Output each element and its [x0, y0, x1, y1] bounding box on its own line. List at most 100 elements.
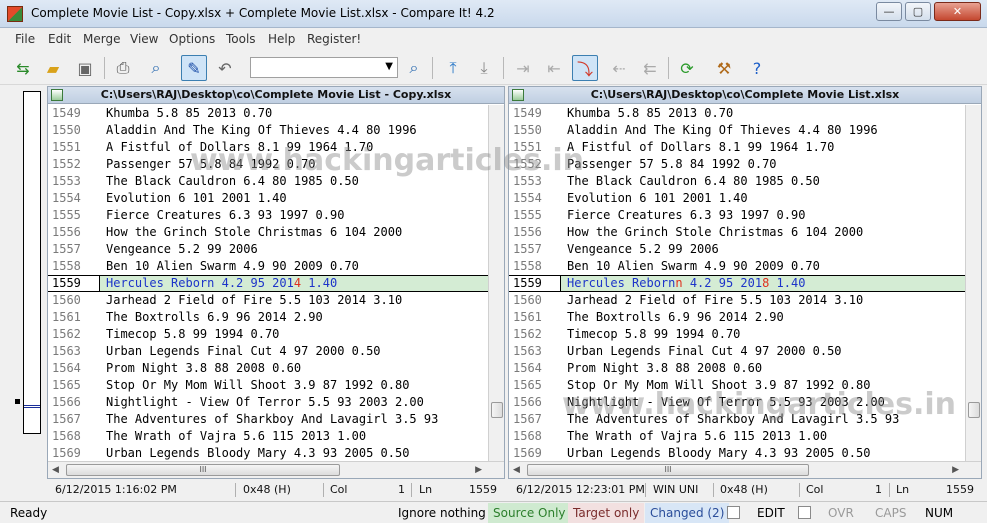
overview-map[interactable]: [23, 91, 41, 434]
line-text: Stop Or My Mom Will Shoot 3.9 87 1992 0.…: [567, 378, 871, 392]
table-row[interactable]: 1561 The Boxtrolls 6.9 96 2014 2.90: [48, 309, 504, 326]
table-row[interactable]: 1557 Vengeance 5.2 99 2006: [509, 241, 981, 258]
edit-checkbox[interactable]: [727, 506, 740, 519]
scroll-left-icon[interactable]: ◀: [513, 465, 520, 475]
table-row[interactable]: 1551 A Fistful of Dollars 8.1 99 1964 1.7…: [509, 139, 981, 156]
table-row[interactable]: 1549 Khumba 5.8 85 2013 0.70: [509, 105, 981, 122]
last-diff-icon[interactable]: ⤓: [471, 55, 497, 81]
table-row[interactable]: 1567 The Adventures of Sharkboy And Lavag…: [48, 411, 504, 428]
table-row[interactable]: 1564 Prom Night 3.8 88 2008 0.60: [509, 360, 981, 377]
prev-diff-icon[interactable]: ⇠: [606, 55, 632, 81]
print-icon[interactable]: ⎙: [110, 55, 136, 81]
table-row[interactable]: 1568 The Wrath of Vajra 5.6 115 2013 1.00: [509, 428, 981, 445]
table-row[interactable]: 1550 Aladdin And The King Of Thieves 4.4 …: [48, 122, 504, 139]
table-row[interactable]: 1565 Stop Or My Mom Will Shoot 3.9 87 199…: [48, 377, 504, 394]
left-horizontal-scrollbar[interactable]: ◀ III ▶: [48, 461, 504, 478]
table-row[interactable]: 1560 Jarhead 2 Field of Fire 5.5 103 2014…: [48, 292, 504, 309]
scroll-thumb[interactable]: [968, 402, 980, 418]
refresh-icon[interactable]: ⟳: [674, 55, 700, 81]
scroll-right-icon[interactable]: ▶: [952, 465, 959, 475]
scroll-thumb[interactable]: III: [66, 464, 340, 476]
line-text: Prom Night 3.8 88 2008 0.60: [567, 361, 763, 375]
print-preview-icon[interactable]: ⌕: [143, 55, 169, 81]
help-icon[interactable]: ?: [744, 55, 770, 81]
table-row[interactable]: 1558 Ben 10 Alien Swarm 4.9 90 2009 0.70: [509, 258, 981, 275]
table-row[interactable]: 1563 Urban Legends Final Cut 4 97 2000 0.…: [48, 343, 504, 360]
close-button[interactable]: ✕: [934, 2, 981, 21]
menu-register[interactable]: Register!: [307, 32, 361, 46]
undo-icon[interactable]: ↶: [212, 55, 238, 81]
table-row[interactable]: 1552 Passenger 57 5.8 84 1992 0.70: [48, 156, 504, 173]
table-row[interactable]: 1554 Evolution 6 101 2001 1.40: [509, 190, 981, 207]
menu-file[interactable]: File: [15, 32, 35, 46]
chevron-down-icon[interactable]: ▼: [385, 61, 393, 72]
scroll-right-icon[interactable]: ▶: [475, 465, 482, 475]
settings-icon[interactable]: ⚒: [711, 55, 737, 81]
save-icon[interactable]: ▣: [72, 55, 98, 81]
first-diff-icon[interactable]: ⤒: [440, 55, 466, 81]
table-row[interactable]: 1568 The Wrath of Vajra 5.6 115 2013 1.00: [48, 428, 504, 445]
table-row[interactable]: 1561 The Boxtrolls 6.9 96 2014 2.90: [509, 309, 981, 326]
changed-legend[interactable]: Changed (2): [645, 503, 730, 523]
table-row[interactable]: 1558 Ben 10 Alien Swarm 4.9 90 2009 0.70: [48, 258, 504, 275]
table-row[interactable]: 1552 Passenger 57 5.8 84 1992 0.70: [509, 156, 981, 173]
table-row[interactable]: 1562 Timecop 5.8 99 1994 0.70: [48, 326, 504, 343]
changed-row[interactable]: 1559 Hercules Reborn 4.2 95 2014 1.40: [48, 275, 504, 292]
edit-icon[interactable]: ✎: [181, 55, 207, 81]
table-row[interactable]: 1566 Nightlight - View Of Terror 5.5 93 2…: [48, 394, 504, 411]
scroll-left-icon[interactable]: ◀: [52, 465, 59, 475]
menu-options[interactable]: Options: [169, 32, 215, 46]
right-horizontal-scrollbar[interactable]: ◀ III ▶: [509, 461, 981, 478]
scroll-thumb[interactable]: III: [527, 464, 809, 476]
copy-left-icon[interactable]: ⇥: [510, 55, 536, 81]
table-row[interactable]: 1550 Aladdin And The King Of Thieves 4.4 …: [509, 122, 981, 139]
search-combo[interactable]: ▼: [250, 57, 398, 78]
open-folder-icon[interactable]: ▰: [40, 55, 66, 81]
table-row[interactable]: 1565 Stop Or My Mom Will Shoot 3.9 87 199…: [509, 377, 981, 394]
table-row[interactable]: 1569 Urban Legends Bloody Mary 4.3 93 200…: [48, 445, 504, 462]
left-pane[interactable]: C:\Users\RAJ\Desktop\co\Complete Movie L…: [47, 86, 505, 479]
table-row[interactable]: 1567 The Adventures of Sharkboy And Lavag…: [509, 411, 981, 428]
scroll-thumb[interactable]: [491, 402, 503, 418]
ovr-checkbox[interactable]: [798, 506, 811, 519]
right-pane[interactable]: C:\Users\RAJ\Desktop\co\Complete Movie L…: [508, 86, 982, 479]
menu-tools[interactable]: Tools: [226, 32, 256, 46]
changed-row[interactable]: 1559 Hercules Rebornn 4.2 95 2018 1.40: [509, 275, 981, 292]
table-row[interactable]: 1562 Timecop 5.8 99 1994 0.70: [509, 326, 981, 343]
menu-help[interactable]: Help: [268, 32, 295, 46]
ignore-mode[interactable]: Ignore nothing: [398, 503, 486, 523]
maximize-button[interactable]: ▢: [905, 2, 931, 21]
table-row[interactable]: 1560 Jarhead 2 Field of Fire 5.5 103 2014…: [509, 292, 981, 309]
table-row[interactable]: 1564 Prom Night 3.8 88 2008 0.60: [48, 360, 504, 377]
copy-right-icon[interactable]: ⇤: [541, 55, 567, 81]
menu-view[interactable]: View: [130, 32, 158, 46]
menu-edit[interactable]: Edit: [48, 32, 71, 46]
table-row[interactable]: 1556 How the Grinch Stole Christmas 6 104…: [509, 224, 981, 241]
table-row[interactable]: 1563 Urban Legends Final Cut 4 97 2000 0.…: [509, 343, 981, 360]
table-row[interactable]: 1569 Urban Legends Bloody Mary 4.3 93 200…: [509, 445, 981, 462]
find-icon[interactable]: ⌕: [401, 55, 427, 81]
right-vertical-scrollbar[interactable]: [965, 105, 981, 461]
target-only-legend[interactable]: Target only: [568, 503, 645, 523]
line-text: Hercules Reborn 4.2 95 2014 1.40: [106, 276, 337, 291]
next-diff-icon[interactable]: ⤵: [572, 55, 598, 81]
table-row[interactable]: 1555 Fierce Creatures 6.3 93 1997 0.90: [509, 207, 981, 224]
copy-block-icon[interactable]: ⇇: [637, 55, 663, 81]
menu-merge[interactable]: Merge: [83, 32, 120, 46]
table-row[interactable]: 1553 The Black Cauldron 6.4 80 1985 0.50: [509, 173, 981, 190]
source-only-legend[interactable]: Source Only: [488, 503, 571, 523]
table-row[interactable]: 1566 Nightlight - View Of Terror 5.5 93 2…: [509, 394, 981, 411]
table-row[interactable]: 1554 Evolution 6 101 2001 1.40: [48, 190, 504, 207]
right-file-path: C:\Users\RAJ\Desktop\co\Complete Movie L…: [590, 88, 900, 101]
minimize-button[interactable]: —: [876, 2, 902, 21]
table-row[interactable]: 1551 A Fistful of Dollars 8.1 99 1964 1.7…: [48, 139, 504, 156]
open-files-icon[interactable]: ⇆: [10, 55, 36, 81]
diff-overview[interactable]: [4, 86, 46, 479]
line-text: Ben 10 Alien Swarm 4.9 90 2009 0.70: [567, 259, 820, 273]
table-row[interactable]: 1549 Khumba 5.8 85 2013 0.70: [48, 105, 504, 122]
left-vertical-scrollbar[interactable]: [488, 105, 504, 461]
table-row[interactable]: 1555 Fierce Creatures 6.3 93 1997 0.90: [48, 207, 504, 224]
table-row[interactable]: 1556 How the Grinch Stole Christmas 6 104…: [48, 224, 504, 241]
table-row[interactable]: 1553 The Black Cauldron 6.4 80 1985 0.50: [48, 173, 504, 190]
table-row[interactable]: 1557 Vengeance 5.2 99 2006: [48, 241, 504, 258]
